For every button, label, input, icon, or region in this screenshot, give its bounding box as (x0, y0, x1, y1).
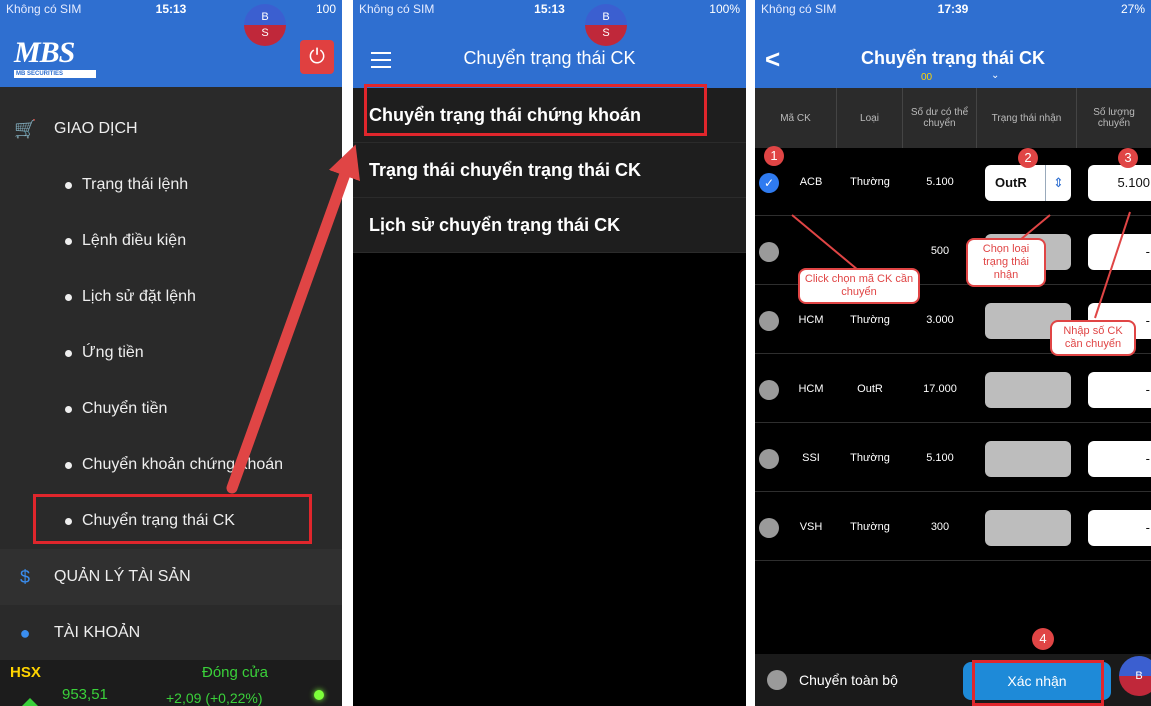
logo-subtitle: MB SECURITIES (14, 70, 96, 78)
buy-sell-bubble[interactable]: B S (585, 4, 627, 46)
option-trang-thai-chuyen[interactable]: Trạng thái chuyển trạng thái CK (353, 143, 746, 198)
select-radio[interactable] (759, 311, 779, 331)
quantity-input[interactable]: - (1088, 234, 1151, 270)
page-title: Chuyển trạng thái CK (463, 48, 636, 68)
user-icon: ● (19, 622, 31, 643)
callout-enter-qty: Nhập số CK cần chuyển (1050, 320, 1136, 356)
cell-type: Thường (850, 176, 890, 188)
menu-screen: Không có SIM 15:13 100 MBS MB SECURITIES… (0, 0, 342, 706)
page-title: Chuyển trạng thái CK (860, 48, 1045, 68)
buy-sell-bubble[interactable]: B S (244, 4, 286, 46)
app-header: Không có SIM 17:39 27% < Chuyển trạng th… (755, 0, 1151, 88)
cart-icon: 🛒 (14, 118, 37, 139)
cell-balance: 300 (930, 521, 950, 533)
index-value: 953,51 (62, 686, 108, 703)
bullet-icon (65, 181, 72, 189)
account-selector[interactable]: 00 (921, 72, 932, 83)
callout-choose-status: Chọn loại trạng thái nhận (966, 238, 1046, 287)
select-radio[interactable] (759, 518, 779, 538)
bullet-icon (65, 405, 72, 413)
highlight-option (364, 84, 707, 136)
transfer-all-label: Chuyển toàn bộ (799, 672, 898, 688)
bullet-icon (65, 237, 72, 245)
col-loai: Loại (837, 88, 903, 148)
table-header: Mã CK Loại Số dư có thể chuyển Trạng thá… (755, 88, 1151, 148)
bullet-icon (65, 461, 72, 469)
quantity-input[interactable]: - (1088, 510, 1151, 546)
step-badge-4: 4 (1032, 628, 1054, 650)
clock: 15:13 (534, 2, 565, 16)
select-radio[interactable] (759, 380, 779, 400)
market-status: Đóng cửa (202, 664, 268, 681)
cell-balance: 5.100 (926, 176, 954, 188)
table-row: HCM OutR 17.000 - (755, 355, 1151, 423)
cell-code: ACB (799, 176, 823, 188)
table-row: SSI Thường 5.100 - (755, 424, 1151, 492)
quantity-input[interactable]: - (1088, 441, 1151, 477)
market-ticker: HSX Đóng cửa 953,51 +2,09 (+0,22%) (0, 660, 342, 706)
exchange-label: HSX (10, 664, 41, 681)
app-header: Không có SIM 15:13 100% Chuyển trạng thá… (353, 0, 746, 88)
power-icon[interactable]: ⏻ (300, 40, 334, 74)
cell-balance: 17.000 (923, 383, 957, 395)
transfer-all-radio[interactable] (767, 670, 787, 690)
table-row: VSH Thường 300 - (755, 493, 1151, 561)
select-radio[interactable] (759, 449, 779, 469)
clock: 17:39 (937, 2, 969, 16)
status-value: OutR (995, 175, 1027, 190)
cell-code: SSI (802, 452, 820, 464)
buy-sell-bubble[interactable]: B (1119, 656, 1151, 696)
status-select[interactable] (985, 372, 1071, 408)
menu-item-lenh-dieu-kien[interactable]: Lệnh điều kiện (0, 213, 342, 269)
menu-item-chuyen-tien[interactable]: Chuyển tiền (0, 381, 342, 437)
cell-type: OutR (857, 383, 883, 395)
cell-code: HCM (798, 383, 824, 395)
index-change: +2,09 (+0,22%) (166, 690, 263, 706)
mbs-logo: MBS (14, 36, 75, 69)
select-radio[interactable] (759, 242, 779, 262)
status-bar: Không có SIM 15:13 100 (0, 0, 342, 18)
status-bar: Không có SIM 17:39 27% (755, 0, 1151, 18)
menu-quan-ly-tai-san[interactable]: $ QUẢN LÝ TÀI SẢN (0, 549, 342, 605)
menu-item-lich-su-dat-lenh[interactable]: Lịch sử đặt lệnh (0, 269, 342, 325)
bullet-icon (65, 293, 72, 301)
option-lich-su-chuyen[interactable]: Lịch sử chuyển trạng thái CK (353, 198, 746, 253)
quantity-input[interactable]: - (1088, 372, 1151, 408)
up-down-arrows-icon[interactable]: ⇕ (1045, 165, 1071, 201)
step-badge-1: 1 (764, 146, 784, 166)
status-bar: Không có SIM 15:13 100% (353, 0, 746, 18)
col-so-du: Số dư có thể chuyển (903, 88, 977, 148)
app-header: Không có SIM 15:13 100 MBS MB SECURITIES… (0, 0, 342, 87)
status-select[interactable] (985, 441, 1071, 477)
col-so-luong: Số lượng chuyển (1093, 107, 1135, 129)
selected-check-icon[interactable]: ✓ (759, 173, 779, 193)
status-select[interactable]: OutR ⇕ (985, 165, 1071, 201)
up-arrow-icon (20, 698, 40, 706)
menu-item-ung-tien[interactable]: Ứng tiền (0, 325, 342, 381)
highlight-menu-item (33, 494, 312, 544)
menu-item-chuyen-khoan-ck[interactable]: Chuyển khoản chứng khoán (0, 437, 342, 493)
cell-type: Thường (850, 521, 890, 533)
menu-tai-khoan[interactable]: ● TÀI KHOẢN (0, 605, 342, 661)
step-badge-2: 2 (1018, 148, 1038, 168)
callout-select-code: Click chọn mã CK cần chuyển (798, 268, 920, 304)
table-row: ✓ ACB Thường 5.100 OutR ⇕ 5.100 (755, 148, 1151, 216)
quantity-input[interactable]: 5.100 (1088, 165, 1151, 201)
col-trang-thai-nhan: Trạng thái nhận (977, 88, 1077, 148)
menu-item-trang-thai-lenh[interactable]: Trạng thái lệnh (0, 157, 342, 213)
step-badge-3: 3 (1118, 148, 1138, 168)
cell-code: VSH (799, 521, 823, 533)
status-select[interactable] (985, 510, 1071, 546)
cell-type: Thường (850, 452, 890, 464)
status-led-icon (314, 690, 324, 700)
bullet-icon (65, 349, 72, 357)
col-ma-ck: Mã CK (755, 88, 837, 148)
highlight-confirm (972, 660, 1104, 706)
chevron-down-icon[interactable]: ⌄ (991, 70, 999, 81)
menu-giao-dich[interactable]: 🛒 GIAO DỊCH (0, 101, 342, 157)
money-bag-icon: $ (19, 566, 30, 587)
clock: 15:13 (155, 2, 187, 16)
cell-balance: 5.100 (926, 452, 954, 464)
